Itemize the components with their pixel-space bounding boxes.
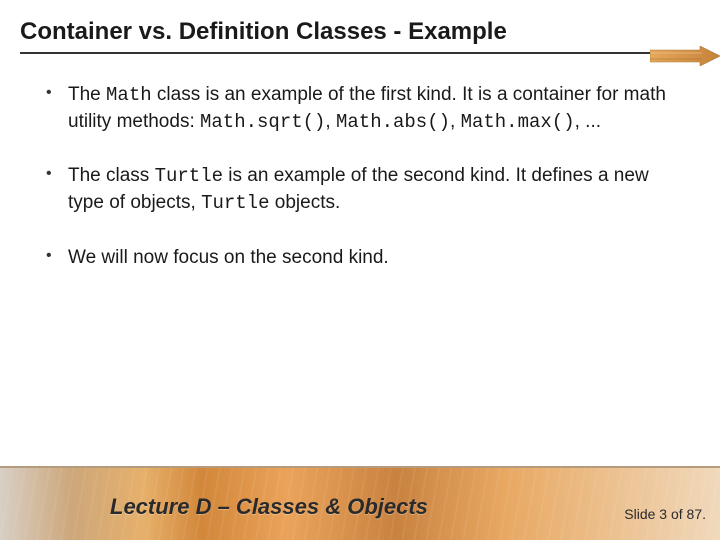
text: The class bbox=[68, 165, 155, 186]
text: objects. bbox=[270, 192, 341, 213]
code-text: Turtle bbox=[201, 192, 269, 214]
slide-title: Container vs. Definition Classes - Examp… bbox=[20, 18, 700, 46]
bullet-list: The Math class is an example of the firs… bbox=[40, 82, 680, 270]
slide: Container vs. Definition Classes - Examp… bbox=[0, 0, 720, 540]
lecture-title: Lecture D – Classes & Objects bbox=[110, 494, 428, 520]
footer: Lecture D – Classes & Objects Slide 3 of… bbox=[0, 466, 720, 540]
bullet-item: We will now focus on the second kind. bbox=[40, 245, 680, 271]
code-text: Math.sqrt() bbox=[200, 111, 325, 133]
code-text: Math.max() bbox=[461, 111, 575, 133]
footer-divider bbox=[0, 466, 720, 468]
arrow-decoration-icon bbox=[650, 46, 720, 66]
code-text: Turtle bbox=[155, 165, 223, 187]
slide-number: Slide 3 of 87. bbox=[624, 506, 706, 522]
text: The bbox=[68, 84, 106, 105]
title-rule bbox=[20, 52, 700, 54]
bullet-item: The Math class is an example of the firs… bbox=[40, 82, 680, 135]
code-text: Math bbox=[106, 84, 152, 106]
text: , ... bbox=[575, 111, 601, 132]
code-text: Math.abs() bbox=[336, 111, 450, 133]
text: We will now focus on the second kind. bbox=[68, 247, 389, 268]
text: , bbox=[325, 111, 336, 132]
title-area: Container vs. Definition Classes - Examp… bbox=[0, 0, 720, 62]
text: , bbox=[450, 111, 461, 132]
bullet-item: The class Turtle is an example of the se… bbox=[40, 163, 680, 216]
